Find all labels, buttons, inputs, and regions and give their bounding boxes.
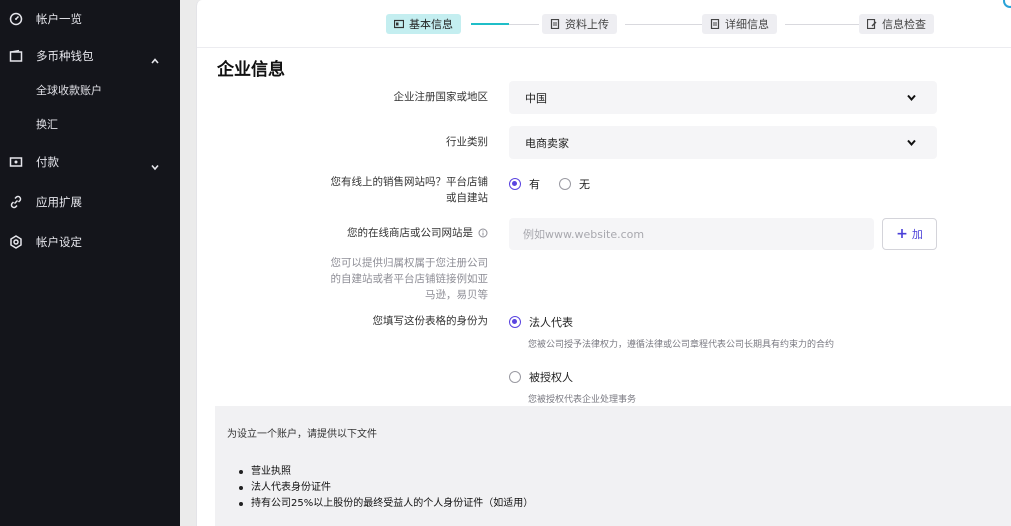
industry-value: 电商卖家 <box>525 137 569 150</box>
step-connector <box>509 24 539 25</box>
identity-legal-rep-radio[interactable]: 法人代表 <box>509 314 573 330</box>
sidebar-item-account-settings[interactable]: 帐户设定 <box>0 227 180 257</box>
sidebar-subitem-global-collection-accounts[interactable]: 全球收款账户 <box>0 77 180 103</box>
sidebar-subitem-label: 换汇 <box>36 118 58 131</box>
industry-label: 行业类别 <box>446 136 488 148</box>
payment-icon <box>9 155 23 169</box>
settings-icon <box>9 235 23 249</box>
sidebar-subitem-exchange[interactable]: 换汇 <box>0 111 180 137</box>
section-title: 企业信息 <box>217 60 285 80</box>
required-documents-title: 为设立一个账户，请提供以下文件 <box>227 429 377 440</box>
sidebar-item-app-extensions[interactable]: 应用扩展 <box>0 187 180 217</box>
has-website-label-line1: 您有线上的销售网站吗？平台店铺 <box>330 176 489 188</box>
has-website-no-radio[interactable]: 无 <box>559 176 590 192</box>
step-label: 详细信息 <box>725 18 769 31</box>
radio-label: 被授权人 <box>529 371 573 384</box>
radio-label: 无 <box>579 178 590 191</box>
step-basic-info[interactable]: 基本信息 <box>386 14 461 34</box>
edit-document-icon <box>867 19 877 29</box>
sidebar-item-label: 帐户一览 <box>36 12 82 26</box>
list-item: 法人代表身份证件 <box>238 480 533 496</box>
step-connector <box>625 24 703 25</box>
website-label: 您的在线商店或公司网站是 <box>347 225 488 241</box>
step-connector <box>785 24 860 25</box>
industry-select[interactable]: 电商卖家 <box>509 126 937 159</box>
radio-dot <box>509 316 521 328</box>
website-hint: 您可以提供归属权属于您注册公司 的自建站或者平台店铺链接例如亚 马逊，易贝等 <box>331 255 489 303</box>
sidebar-item-payment[interactable]: 付款 <box>0 147 180 177</box>
legal-rep-description: 您被公司授予法律权力，遵循法律或公司章程代表公司长期具有约束力的合约 <box>528 340 835 350</box>
radio-label: 法人代表 <box>529 316 573 329</box>
step-review[interactable]: 信息检查 <box>859 14 934 34</box>
document-icon <box>550 19 560 29</box>
sidebar-item-multi-currency-wallet[interactable]: 多币种钱包 <box>0 41 180 71</box>
chevron-up-icon <box>150 51 160 64</box>
identity-authorized-person-radio[interactable]: 被授权人 <box>509 369 573 385</box>
add-website-label: 加 <box>911 228 923 241</box>
document-icon <box>710 19 720 29</box>
progress-stepper: 基本信息 资料上传 详细信息 信息检查 <box>197 0 1011 48</box>
country-label: 企业注册国家或地区 <box>393 91 489 103</box>
website-input[interactable] <box>509 218 874 250</box>
authorized-person-description: 您被授权代表企业处理事务 <box>528 395 637 405</box>
identity-label: 您填写这份表格的身份为 <box>372 315 489 327</box>
radio-dot <box>559 178 571 190</box>
sidebar-item-label: 多币种钱包 <box>36 49 94 63</box>
has-website-label: 您有线上的销售网站吗？平台店铺 或自建站 <box>331 174 489 206</box>
has-website-yes-radio[interactable]: 有 <box>509 176 540 192</box>
step-label: 资料上传 <box>565 18 609 31</box>
link-icon <box>9 195 23 209</box>
list-item: 持有公司25%以上股份的最终受益人的个人身份证件（如适用） <box>238 496 533 512</box>
country-select[interactable]: 中国 <box>509 81 937 114</box>
step-details[interactable]: 详细信息 <box>702 14 777 34</box>
plus-icon: + <box>896 226 908 242</box>
website-label-text: 您的在线商店或公司网站是 <box>347 227 473 239</box>
step-label: 信息检查 <box>882 18 926 31</box>
required-documents-list: 营业执照 法人代表身份证件 持有公司25%以上股份的最终受益人的个人身份证件（如… <box>238 464 533 512</box>
sidebar-item-label: 付款 <box>36 155 59 169</box>
has-website-label-line2: 或自建站 <box>446 192 488 204</box>
chevron-down-icon <box>907 94 916 102</box>
main-content: 基本信息 资料上传 详细信息 信息检查 企业信息 企业注册国家或地区 中国 行业… <box>196 0 1011 526</box>
radio-label: 有 <box>529 178 540 191</box>
chevron-down-icon <box>150 157 160 171</box>
list-item: 营业执照 <box>238 464 533 480</box>
required-documents-box: 为设立一个账户，请提供以下文件 营业执照 法人代表身份证件 持有公司25%以上股… <box>215 406 1011 526</box>
step-document-upload[interactable]: 资料上传 <box>542 14 617 34</box>
radio-dot <box>509 178 521 190</box>
sidebar-item-label: 帐户设定 <box>36 235 82 249</box>
sidebar-subitem-label: 全球收款账户 <box>36 84 102 97</box>
sidebar-item-account-overview[interactable]: 帐户一览 <box>0 4 180 34</box>
wallet-icon <box>9 49 23 63</box>
dashboard-icon <box>9 12 23 26</box>
website-hint-line1: 您可以提供归属权属于您注册公司 <box>330 257 489 269</box>
radio-dot <box>509 371 521 383</box>
website-hint-line2: 的自建站或者平台店铺链接例如亚 <box>330 273 489 285</box>
id-card-icon <box>394 19 404 29</box>
add-website-button[interactable]: + 加 <box>882 218 937 250</box>
sidebar: 帐户一览 多币种钱包 全球收款账户 换汇 付款 应用扩展 帐户设定 <box>0 0 180 526</box>
info-icon[interactable] <box>478 228 488 238</box>
website-hint-line3: 马逊，易贝等 <box>425 289 488 301</box>
step-connector <box>471 23 509 25</box>
sidebar-item-label: 应用扩展 <box>36 195 82 209</box>
chevron-down-icon <box>907 139 916 147</box>
step-label: 基本信息 <box>409 18 453 31</box>
country-value: 中国 <box>525 92 547 105</box>
